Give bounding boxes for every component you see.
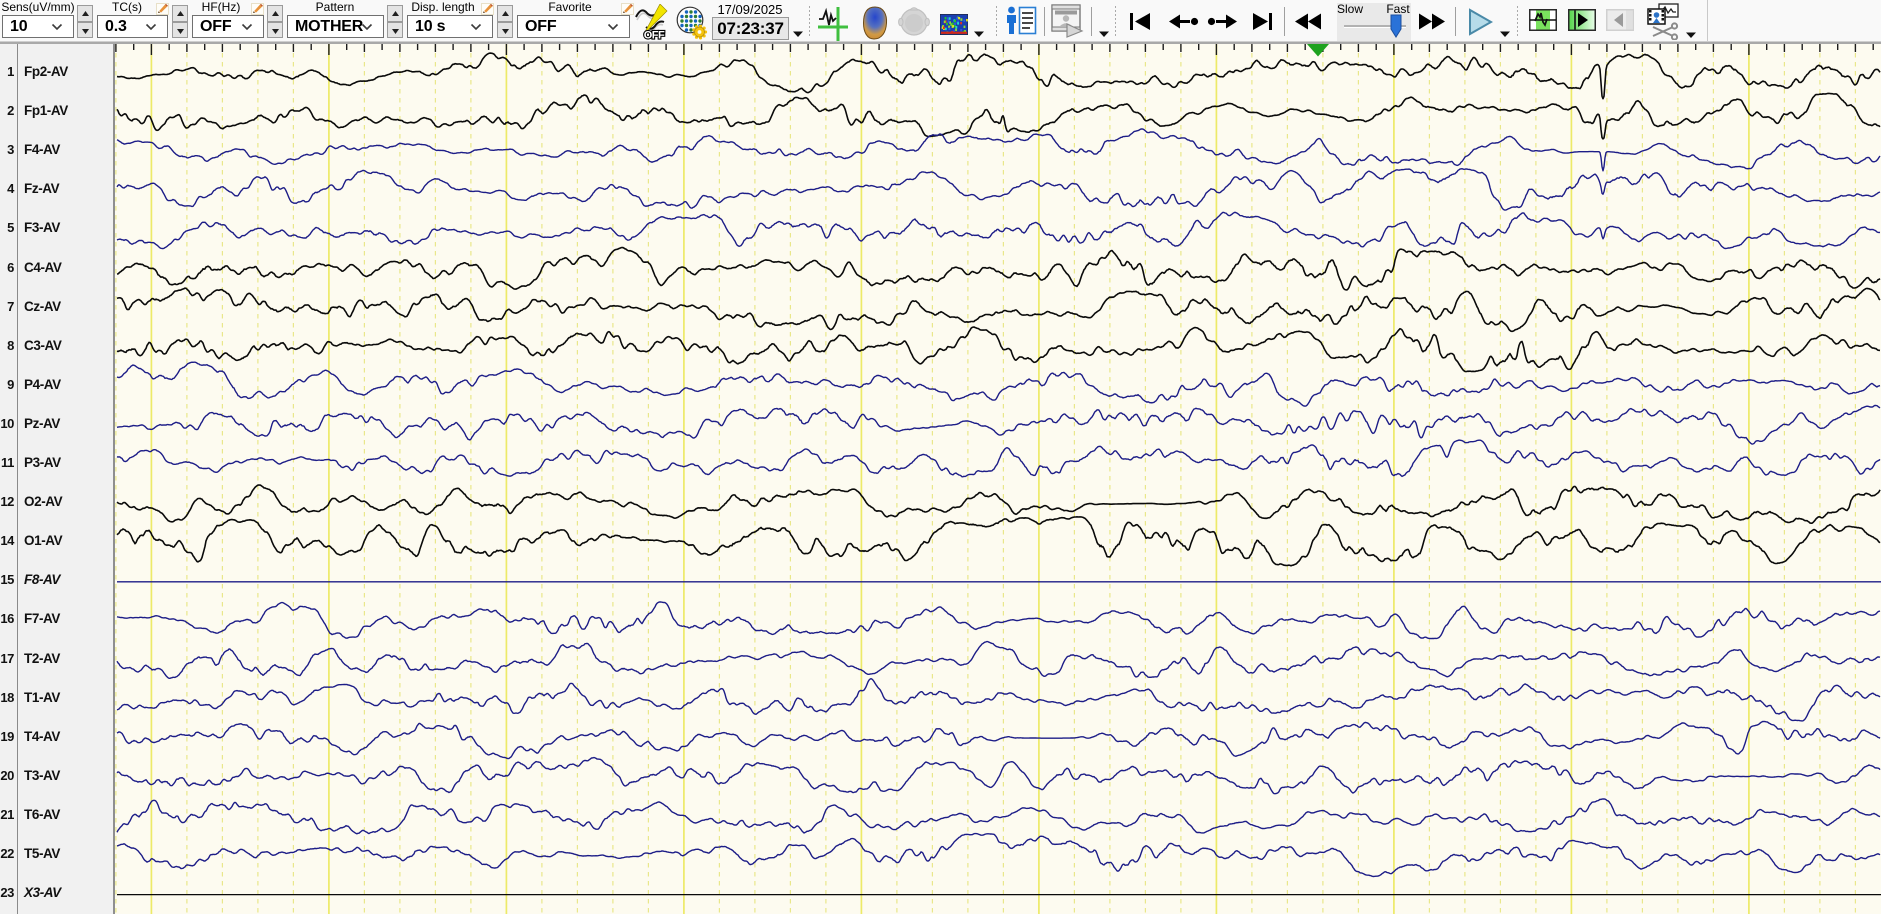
svg-text:OFF: OFF <box>644 30 665 42</box>
